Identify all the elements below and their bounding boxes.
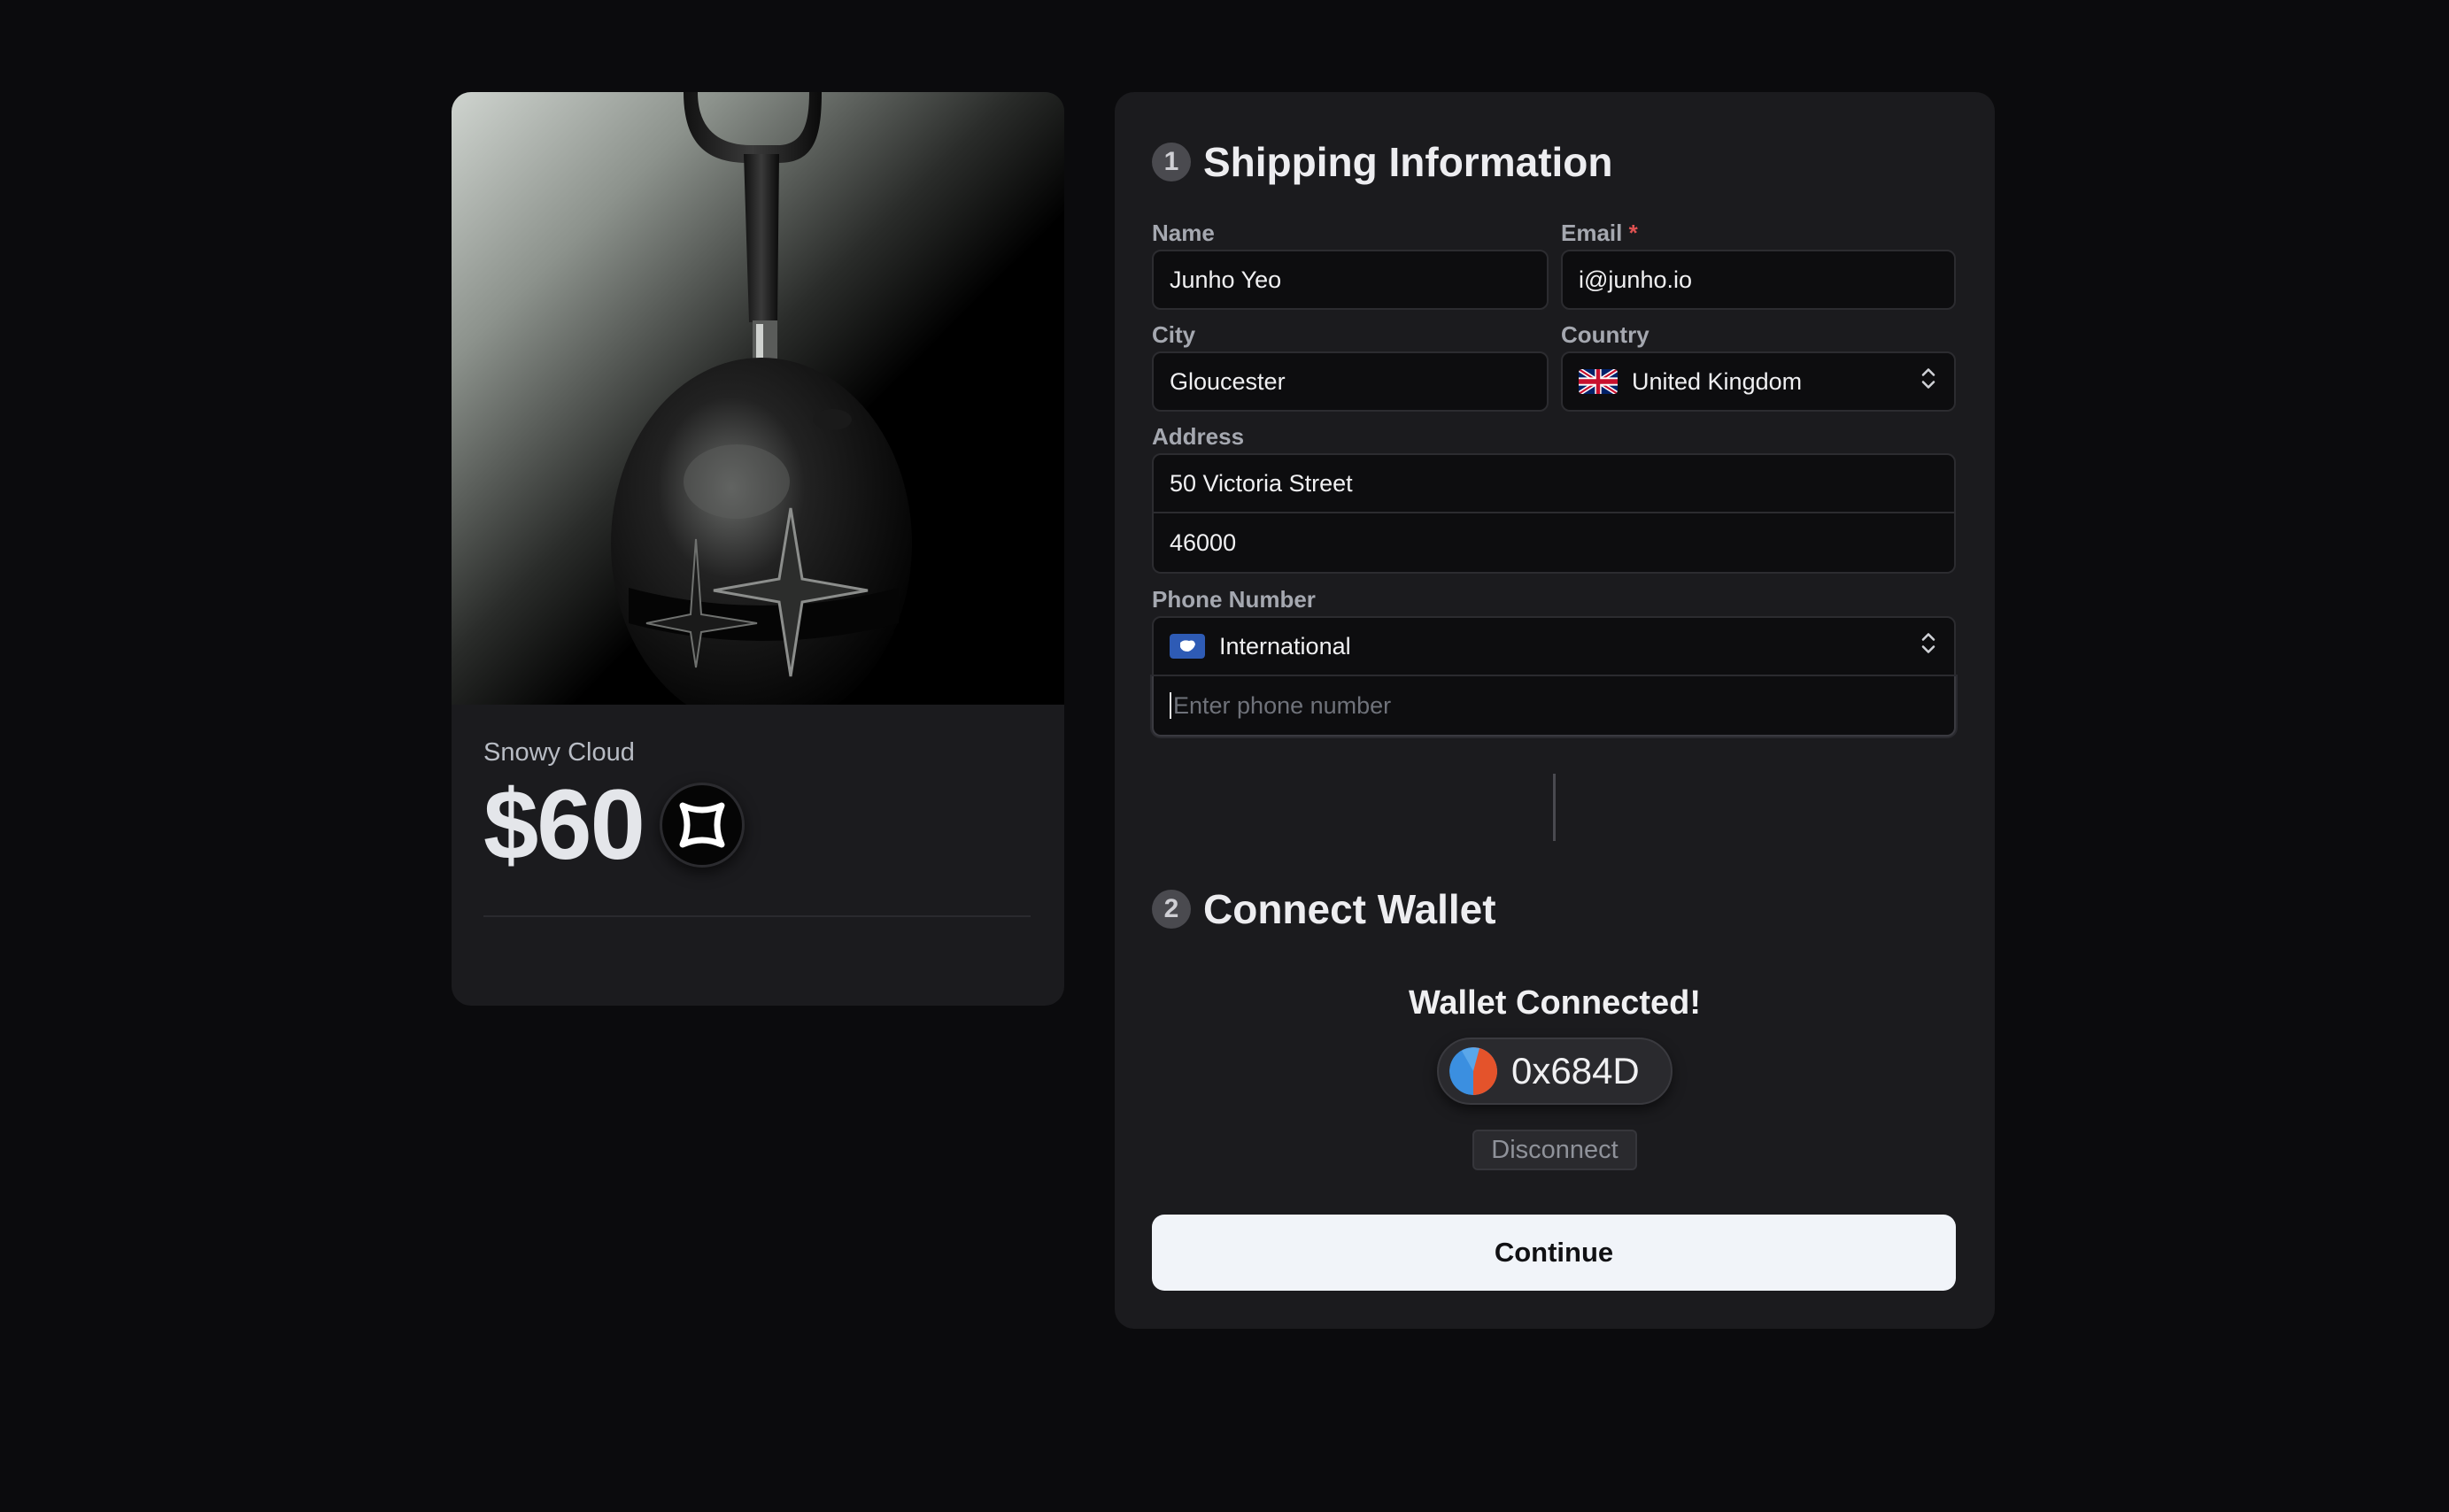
phone-placeholder: Enter phone number — [1173, 691, 1392, 719]
city-label: City — [1152, 321, 1196, 348]
email-field[interactable]: i@junho.io — [1561, 250, 1956, 310]
product-card: Snowy Cloud $60 — [452, 92, 1064, 1006]
country-select[interactable]: United Kingdom — [1561, 351, 1956, 412]
wallet-address-chip[interactable]: 0x684D — [1437, 1038, 1673, 1105]
phone-number-input[interactable]: Enter phone number — [1152, 676, 1956, 737]
name-field[interactable]: Junho Yeo — [1152, 250, 1549, 310]
step-badge: 1 — [1152, 143, 1191, 181]
city-field[interactable]: Gloucester — [1152, 351, 1549, 412]
step-badge: 2 — [1152, 890, 1191, 929]
country-label: Country — [1561, 321, 1649, 348]
step-connector — [1553, 774, 1556, 841]
city-value: Gloucester — [1170, 367, 1286, 395]
wallet-avatar-icon — [1449, 1047, 1497, 1095]
product-name: Snowy Cloud — [483, 738, 635, 767]
required-marker: * — [1628, 220, 1638, 246]
chevron-up-down-icon — [1920, 366, 1936, 398]
phone-country-select[interactable]: International — [1152, 616, 1956, 676]
chevron-up-down-icon — [1920, 630, 1936, 663]
address-line1-field[interactable]: 50 Victoria Street — [1152, 453, 1956, 513]
name-label: Name — [1152, 220, 1215, 246]
email-label: Email * — [1561, 220, 1638, 247]
price-row: $60 — [483, 775, 745, 875]
name-value: Junho Yeo — [1170, 266, 1282, 293]
address-label: Address — [1152, 423, 1245, 450]
continue-button[interactable]: Continue — [1152, 1215, 1956, 1291]
section-title: Shipping Information — [1203, 139, 1613, 185]
divider — [483, 915, 1031, 917]
globe-flag-icon — [1170, 634, 1205, 659]
country-value: United Kingdom — [1632, 367, 1803, 395]
uk-flag-icon — [1579, 369, 1618, 394]
address-line2-field[interactable]: 46000 — [1152, 513, 1956, 574]
product-price: $60 — [483, 769, 645, 880]
token-coin-icon — [659, 783, 745, 868]
headphones-illustration — [611, 92, 912, 705]
address-line1-value: 50 Victoria Street — [1170, 469, 1353, 497]
phone-label: Phone Number — [1152, 586, 1316, 613]
wallet-section-header: 2 Connect Wallet — [1152, 885, 1496, 933]
shipping-section-header: 1 Shipping Information — [1152, 138, 1613, 186]
section-title: Connect Wallet — [1203, 886, 1496, 932]
email-value: i@junho.io — [1579, 266, 1692, 293]
disconnect-button[interactable]: Disconnect — [1472, 1130, 1637, 1170]
phone-country-value: International — [1219, 632, 1351, 660]
email-label-text: Email — [1561, 220, 1623, 246]
wallet-address: 0x684D — [1511, 1050, 1640, 1092]
wallet-status: Wallet Connected! — [1408, 984, 1702, 1022]
product-image — [452, 92, 1064, 705]
text-caret — [1170, 692, 1171, 719]
address-line2-value: 46000 — [1170, 528, 1237, 556]
checkout-panel: 1 Shipping Information Name Junho Yeo Em… — [1115, 92, 1995, 1329]
